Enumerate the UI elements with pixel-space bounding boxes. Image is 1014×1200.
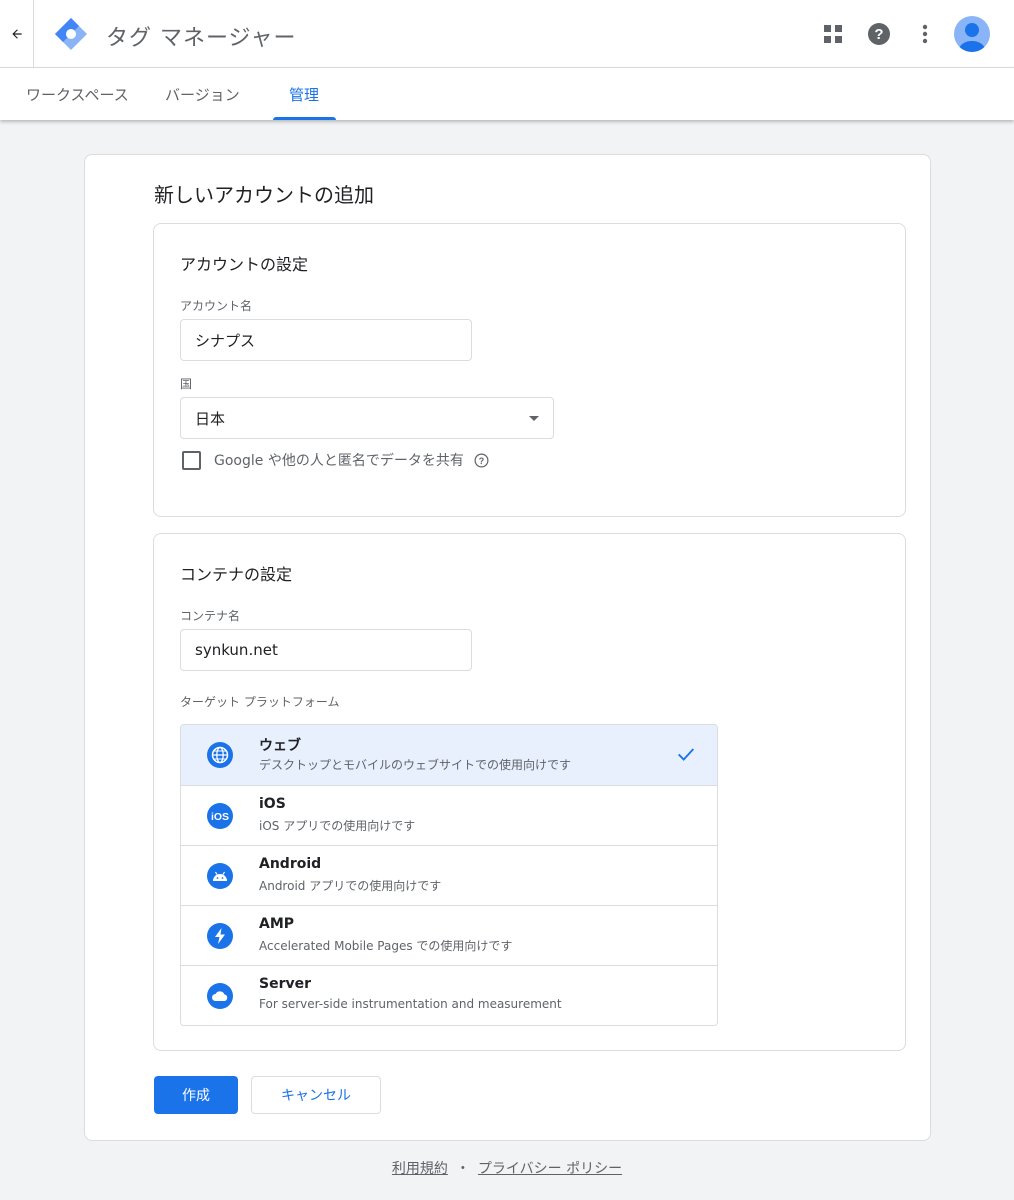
android-icon: [207, 863, 233, 889]
share-data-label[interactable]: Google や他の人と匿名でデータを共有: [214, 450, 464, 470]
more-vert-icon: [922, 24, 928, 44]
add-account-card: 新しいアカウントの追加 アカウントの設定 アカウント名 シナプス 国 日本 Go…: [84, 154, 931, 1141]
check-icon: [678, 748, 695, 761]
platform-option-amp[interactable]: AMP Accelerated Mobile Pages での使用向けです: [181, 905, 717, 965]
platform-option-server[interactable]: Server For server-side instrumentation a…: [181, 965, 717, 1025]
svg-text:iOS: iOS: [211, 811, 229, 823]
terms-link[interactable]: 利用規約: [392, 1161, 448, 1177]
svg-text:?: ?: [479, 455, 484, 465]
platform-description: デスクトップとモバイルのウェブサイトでの使用向けです: [259, 758, 572, 772]
apps-grid-icon: [824, 25, 842, 43]
footer-separator: ・: [455, 1161, 470, 1177]
ios-icon: iOS: [207, 803, 233, 829]
country-value: 日本: [195, 409, 226, 428]
platform-name: iOS: [259, 796, 286, 812]
account-name-input[interactable]: シナプス: [180, 319, 472, 361]
account-name-label: アカウント名: [180, 299, 253, 313]
platform-option-android[interactable]: Android Android アプリでの使用向けです: [181, 845, 717, 905]
arrow-back-icon: [11, 29, 22, 39]
account-avatar[interactable]: [954, 16, 990, 52]
platform-name: Server: [259, 976, 312, 992]
active-tab-indicator: [273, 117, 336, 120]
account-settings-title: アカウントの設定: [180, 255, 309, 274]
country-label: 国: [180, 377, 193, 391]
container-settings-title: コンテナの設定: [180, 565, 293, 584]
svg-text:?: ?: [874, 26, 883, 43]
app-title: タグ マネージャー: [106, 26, 297, 51]
platform-description: iOS アプリでの使用向けです: [259, 819, 416, 833]
footer: 利用規約・プライバシー ポリシー: [0, 1158, 1014, 1178]
account-settings-section: アカウントの設定 アカウント名 シナプス 国 日本 Google や他の人と匿名…: [153, 223, 906, 517]
share-data-checkbox[interactable]: [182, 450, 201, 470]
platform-description: Accelerated Mobile Pages での使用向けです: [259, 939, 513, 953]
platform-option-web[interactable]: ウェブ デスクトップとモバイルのウェブサイトでの使用向けです: [181, 725, 717, 785]
platform-name: ウェブ: [259, 738, 301, 754]
platform-description: Android アプリでの使用向けです: [259, 879, 442, 893]
country-select[interactable]: 日本: [180, 397, 554, 439]
container-name-value: synkun.net: [195, 641, 278, 659]
help-outline-icon[interactable]: ?: [474, 453, 489, 468]
cloud-icon: [207, 983, 233, 1009]
platform-list: ウェブ デスクトップとモバイルのウェブサイトでの使用向けです iOS iOS i…: [180, 724, 718, 1026]
platform-name: AMP: [259, 916, 295, 932]
tab-bar: ワークスペース バージョン 管理: [0, 68, 1014, 120]
help-icon: ?: [868, 23, 890, 45]
container-settings-section: コンテナの設定 コンテナ名 synkun.net ターゲット プラットフォーム …: [153, 533, 906, 1051]
globe-icon: [207, 742, 233, 768]
account-name-value: シナプス: [195, 331, 256, 350]
privacy-link[interactable]: プライバシー ポリシー: [478, 1161, 622, 1177]
person-icon: [959, 23, 985, 52]
platform-name: Android: [259, 856, 322, 872]
tab-workspace[interactable]: ワークスペース: [26, 68, 129, 120]
cancel-button[interactable]: キャンセル: [251, 1076, 381, 1114]
container-name-label: コンテナ名: [180, 609, 241, 623]
tab-admin[interactable]: 管理: [289, 68, 319, 120]
page-title: 新しいアカウントの追加: [154, 183, 374, 207]
apps-button[interactable]: [810, 16, 856, 52]
tag-manager-logo: [55, 18, 87, 50]
more-options-button[interactable]: [902, 16, 948, 52]
tab-versions[interactable]: バージョン: [165, 68, 240, 120]
create-button[interactable]: 作成: [154, 1076, 238, 1114]
dropdown-arrow-icon: [529, 416, 539, 421]
help-button[interactable]: ?: [856, 16, 902, 52]
back-button[interactable]: [0, 0, 34, 68]
target-platform-label: ターゲット プラットフォーム: [180, 695, 340, 709]
platform-option-ios[interactable]: iOS iOS iOS アプリでの使用向けです: [181, 785, 717, 845]
container-name-input[interactable]: synkun.net: [180, 629, 472, 671]
amp-bolt-icon: [207, 923, 233, 949]
platform-description: For server-side instrumentation and meas…: [259, 997, 562, 1011]
share-data-row: Google や他の人と匿名でデータを共有 ?: [182, 450, 489, 470]
top-app-bar: タグ マネージャー ?: [0, 0, 1014, 68]
